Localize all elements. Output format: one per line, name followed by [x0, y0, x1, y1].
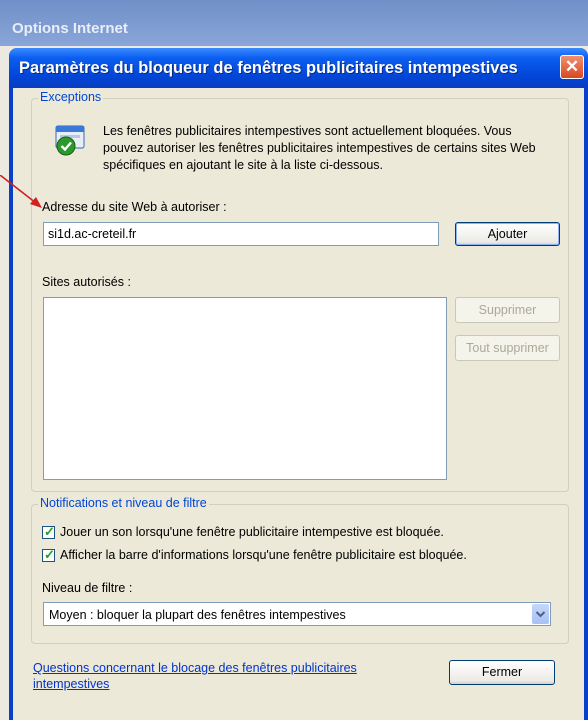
- checkmark-icon: ✓: [44, 524, 55, 539]
- exceptions-group-label: Exceptions: [38, 90, 104, 104]
- background-window-title: Options Internet: [12, 20, 128, 37]
- show-infobar-checkbox[interactable]: ✓: [42, 547, 55, 562]
- popup-blocker-help-link[interactable]: Questions concernant le blocage des fenê…: [33, 660, 393, 692]
- annotation-arrow-icon: [0, 175, 42, 208]
- popup-blocker-shield-icon: [55, 125, 85, 156]
- website-address-input[interactable]: [43, 222, 439, 246]
- checkmark-icon: ✓: [44, 547, 55, 562]
- dropdown-button[interactable]: [532, 604, 549, 624]
- show-infobar-label[interactable]: Afficher la barre d'informations lorsqu'…: [60, 548, 467, 562]
- address-label: Adresse du site Web à autoriser :: [42, 200, 227, 214]
- chevron-down-icon: [535, 611, 546, 618]
- filter-level-dropdown[interactable]: Moyen : bloquer la plupart des fenêtres …: [43, 602, 551, 626]
- exceptions-group: Exceptions Les fenêtres publicitaires in…: [31, 90, 569, 492]
- remove-all-button[interactable]: Tout supprimer: [455, 335, 560, 361]
- close-dialog-button[interactable]: Fermer: [449, 660, 555, 685]
- notifications-group-label: Notifications et niveau de filtre: [38, 496, 209, 510]
- add-button[interactable]: Ajouter: [455, 222, 560, 246]
- dialog-client-area: Exceptions Les fenêtres publicitaires in…: [13, 88, 584, 720]
- background-window-titlebar: Options Internet: [0, 0, 588, 46]
- close-icon: ✕: [564, 57, 580, 76]
- notifications-group: Notifications et niveau de filtre ✓ Joue…: [31, 496, 569, 644]
- popup-blocker-dialog: Paramètres du bloqueur de fenêtres publi…: [9, 48, 588, 720]
- dialog-title: Paramètres du bloqueur de fenêtres publi…: [19, 59, 518, 77]
- filter-level-value: Moyen : bloquer la plupart des fenêtres …: [49, 608, 346, 622]
- remove-button[interactable]: Supprimer: [455, 297, 560, 323]
- dialog-titlebar[interactable]: Paramètres du bloqueur de fenêtres publi…: [9, 48, 588, 88]
- play-sound-checkbox[interactable]: ✓: [42, 524, 55, 539]
- filter-level-label: Niveau de filtre :: [42, 581, 133, 595]
- allowed-sites-label: Sites autorisés :: [42, 275, 131, 289]
- exceptions-info-text: Les fenêtres publicitaires intempestives…: [103, 124, 536, 172]
- close-button[interactable]: ✕: [560, 55, 584, 79]
- allowed-sites-list[interactable]: [43, 297, 447, 480]
- play-sound-label[interactable]: Jouer un son lorsqu'une fenêtre publicit…: [60, 525, 444, 539]
